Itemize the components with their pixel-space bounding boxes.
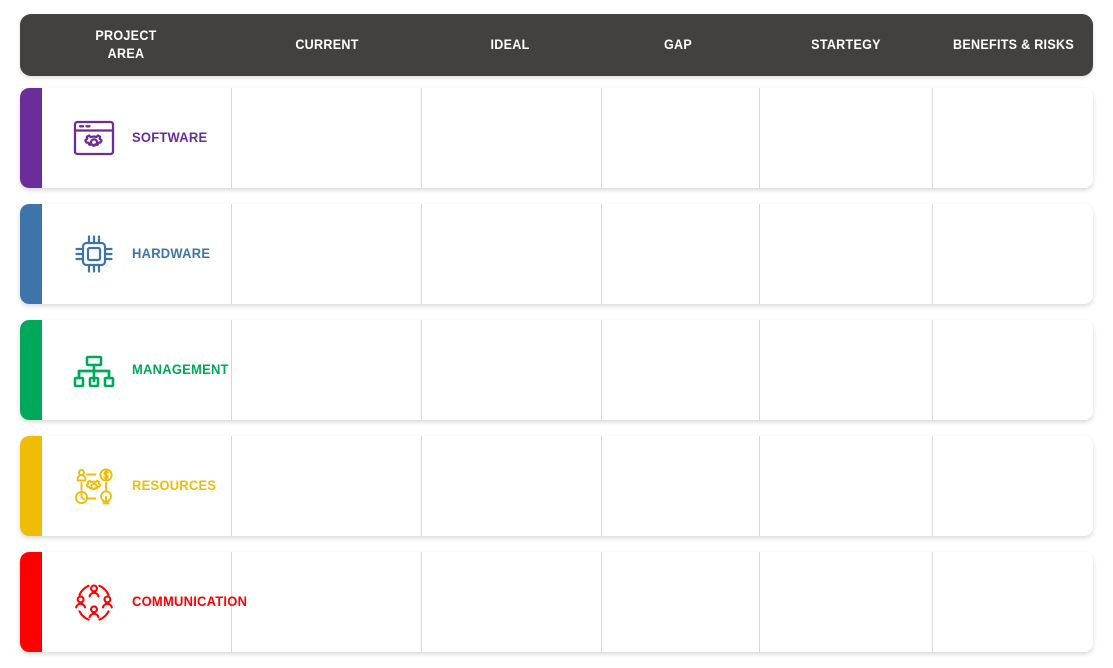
row-label-cell-communication: COMMUNICATION <box>42 552 248 652</box>
cell-software-gap[interactable] <box>602 88 760 188</box>
table-header-bar: PROJECT AREA CURRENT IDEAL GAP STARTEGY … <box>20 14 1093 76</box>
cell-hardware-gap[interactable] <box>602 204 760 304</box>
cell-resources-gap[interactable] <box>602 436 760 536</box>
row-color-tab-software <box>20 88 42 188</box>
cell-management-gap[interactable] <box>602 320 760 420</box>
column-header-current: CURRENT <box>295 37 359 53</box>
row-label-cell-resources: RESOURCES <box>42 436 232 536</box>
table-row-resources: RESOURCES <box>20 436 1093 536</box>
row-label-text-communication: COMMUNICATION <box>132 593 248 609</box>
cell-resources-ideal[interactable] <box>422 436 602 536</box>
cell-communication-strategy[interactable] <box>760 552 933 652</box>
org-chart-icon <box>68 344 120 396</box>
cell-software-benefits-risks[interactable] <box>933 88 1093 188</box>
browser-gear-icon <box>68 112 120 164</box>
cell-communication-current[interactable] <box>232 552 422 652</box>
cell-communication-benefits-risks[interactable] <box>933 552 1093 652</box>
row-label-text-management: MANAGEMENT <box>132 361 229 377</box>
cell-management-current[interactable] <box>232 320 422 420</box>
cell-management-benefits-risks[interactable] <box>933 320 1093 420</box>
column-header-project-area: PROJECT AREA <box>95 28 157 61</box>
row-label-cell-software: SOFTWARE <box>42 88 232 188</box>
table-row-communication: COMMUNICATION <box>20 552 1093 652</box>
row-label-text-software: SOFTWARE <box>132 129 208 145</box>
cell-resources-strategy[interactable] <box>760 436 933 536</box>
row-label-text-hardware: HARDWARE <box>132 245 211 261</box>
column-header-ideal: IDEAL <box>490 37 530 53</box>
row-color-tab-communication <box>20 552 42 652</box>
cell-management-strategy[interactable] <box>760 320 933 420</box>
cpu-chip-icon <box>68 228 120 280</box>
table-row-software: SOFTWARE <box>20 88 1093 188</box>
row-label-cell-management: MANAGEMENT <box>42 320 232 420</box>
cell-software-strategy[interactable] <box>760 88 933 188</box>
table-row-management: MANAGEMENT <box>20 320 1093 420</box>
row-color-tab-resources <box>20 436 42 536</box>
cell-hardware-strategy[interactable] <box>760 204 933 304</box>
gap-analysis-matrix: PROJECT AREA CURRENT IDEAL GAP STARTEGY … <box>0 0 1113 668</box>
column-header-gap: GAP <box>663 37 693 53</box>
cell-communication-gap[interactable] <box>602 552 760 652</box>
column-header-strategy: STARTEGY <box>811 37 881 53</box>
cell-hardware-current[interactable] <box>232 204 422 304</box>
cell-management-ideal[interactable] <box>422 320 602 420</box>
table-row-hardware: HARDWARE <box>20 204 1093 304</box>
row-label-text-resources: RESOURCES <box>132 477 217 493</box>
cell-software-ideal[interactable] <box>422 88 602 188</box>
row-color-tab-management <box>20 320 42 420</box>
cell-hardware-benefits-risks[interactable] <box>933 204 1093 304</box>
cell-software-current[interactable] <box>232 88 422 188</box>
people-circle-icon <box>68 576 120 628</box>
resources-gear-network-icon <box>68 460 120 512</box>
row-color-tab-hardware <box>20 204 42 304</box>
cell-resources-current[interactable] <box>232 436 422 536</box>
row-label-cell-hardware: HARDWARE <box>42 204 232 304</box>
cell-resources-benefits-risks[interactable] <box>933 436 1093 536</box>
cell-communication-ideal[interactable] <box>422 552 602 652</box>
cell-hardware-ideal[interactable] <box>422 204 602 304</box>
column-header-benefits-risks: BENEFITS & RISKS <box>953 37 1074 53</box>
